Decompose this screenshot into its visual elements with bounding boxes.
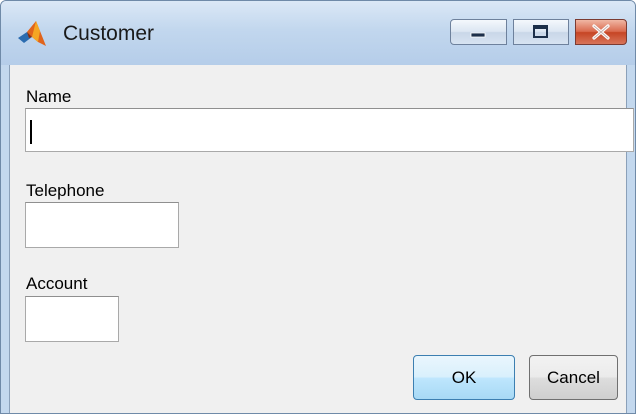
dialog-body: Name Telephone Account OK Cancel	[9, 65, 634, 413]
account-field[interactable]	[25, 296, 119, 342]
account-label: Account	[26, 274, 88, 293]
close-icon	[592, 24, 610, 40]
minimize-icon	[470, 32, 486, 38]
name-field[interactable]	[25, 108, 634, 152]
text-cursor	[30, 120, 32, 144]
telephone-label: Telephone	[26, 181, 105, 200]
matlab-logo-icon	[18, 21, 46, 46]
maximize-icon	[533, 25, 548, 38]
customer-dialog-window: Customer Name Telephone Account OK Cance…	[0, 0, 636, 414]
name-label: Name	[26, 87, 72, 106]
telephone-field[interactable]	[25, 202, 179, 248]
window-title: Customer	[63, 22, 155, 45]
maximize-button[interactable]	[513, 19, 569, 45]
ok-button[interactable]: OK	[413, 355, 515, 400]
close-button[interactable]	[575, 19, 627, 45]
cancel-button[interactable]: Cancel	[529, 355, 618, 400]
title-bar[interactable]: Customer	[1, 1, 635, 65]
minimize-button[interactable]	[450, 19, 507, 45]
